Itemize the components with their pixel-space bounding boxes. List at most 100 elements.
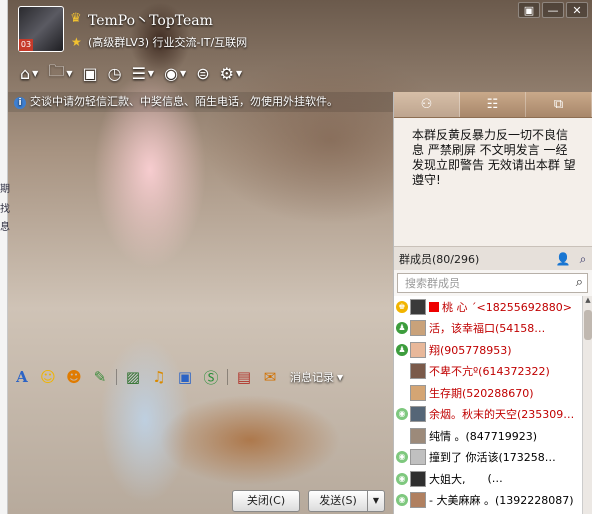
send-options-button[interactable]: ▼ <box>367 490 385 512</box>
member-row[interactable]: ◉ 撞到了 你活该(173258… <box>394 447 582 469</box>
member-avatar <box>410 492 426 509</box>
member-avatar <box>410 449 426 466</box>
camera-icon[interactable]: ◉ ▼ <box>162 60 188 86</box>
member-avatar <box>410 406 426 423</box>
avatar-badge: 03 <box>19 39 33 51</box>
tab-members[interactable]: ⚇ <box>394 92 460 117</box>
member-list-scrollbar[interactable]: ▲ <box>582 296 592 514</box>
message-history-button[interactable]: 消息记录 ▼ <box>290 369 343 385</box>
folder-icon[interactable]: 🗀 ▼ <box>46 60 74 86</box>
minimize-button[interactable]: — <box>542 2 564 18</box>
list-icon[interactable]: ☰ ▼ <box>130 60 157 86</box>
member-role-icon <box>396 365 408 377</box>
member-name: 不卑不亢º(614372322) <box>429 365 550 379</box>
member-role-icon: ♟ <box>396 343 408 356</box>
member-row[interactable]: 生存期(520288670) <box>394 382 582 404</box>
group-avatar[interactable]: 03 <box>18 6 64 52</box>
member-row[interactable]: ♚ 桃 心 ´<18255692880> <box>394 296 582 318</box>
clock-icon[interactable]: ◷ <box>106 60 124 86</box>
member-avatar <box>410 384 426 401</box>
member-suffix: (… <box>487 472 503 486</box>
notice-text: 交谈中请勿轻信汇款、中奖信息、陌生电话，勿使用外挂软件。 <box>30 95 338 108</box>
sogou-icon[interactable]: Ⓢ <box>201 367 221 387</box>
search-placeholder: 搜索群成员 <box>405 277 460 290</box>
message-area[interactable] <box>8 112 393 364</box>
emoticon-icon[interactable]: ☺ <box>38 367 58 387</box>
member-name: 大姐大, <box>429 472 466 486</box>
group-description: (高级群LV3) 行业交流-IT/互联网 <box>88 36 248 49</box>
save-icon[interactable]: ▣ <box>80 60 99 86</box>
home-icon[interactable]: ⌂ ▼ <box>18 60 40 86</box>
scroll-thumb[interactable] <box>584 310 592 340</box>
member-name: 生存期(520288670) <box>429 386 534 400</box>
info-icon: i <box>14 97 26 109</box>
menu-button[interactable]: ▣ <box>518 2 540 18</box>
member-name: 撞到了 你活该(173258… <box>429 451 556 465</box>
member-role-icon: ◉ <box>396 451 408 464</box>
share-icon[interactable]: ⊜ <box>194 60 211 86</box>
security-notice: i 交谈中请勿轻信汇款、中奖信息、陌生电话，勿使用外挂软件。 <box>8 92 393 112</box>
member-name: - 大美麻麻 。(1392228087) <box>429 494 574 508</box>
member-row[interactable]: ◉ 余烟。秋末的天空(235309… <box>394 404 582 426</box>
member-avatar <box>410 363 426 380</box>
red-flag-icon <box>429 301 439 312</box>
calendar-icon[interactable]: ▤ <box>234 367 254 387</box>
chat-header: 03 ♛ TemPo丶TopTeam ★ (高级群LV3) 行业交流-IT/互联… <box>8 0 592 92</box>
tab-windows[interactable]: ⧉ <box>526 92 592 117</box>
member-role-icon: ♚ <box>396 300 408 313</box>
magic-icon[interactable]: ✎ <box>90 367 110 387</box>
toolbar-divider <box>227 369 228 385</box>
background-window-edge: 期 找 息 <box>0 0 10 514</box>
toolbar-divider <box>116 369 117 385</box>
member-role-icon: ♟ <box>396 322 408 335</box>
member-name: 活，该幸福口(54158… <box>429 322 546 336</box>
member-row[interactable]: 纯情 。(847719923) <box>394 425 582 447</box>
member-row[interactable]: ♟ 翔(905778953) <box>394 339 582 361</box>
group-name[interactable]: TemPo丶TopTeam <box>88 10 213 30</box>
group-announcement: 本群反黄反暴力反一切不良信息 严禁刷屏 不文明发言 一经发现立即警告 无效请出本… <box>394 118 592 246</box>
member-name: 余烟。秋末的天空(235309… <box>429 408 575 422</box>
member-role-icon: ◉ <box>396 408 408 421</box>
message-history-label: 消息记录 <box>290 371 334 384</box>
member-avatar <box>410 320 426 337</box>
member-role-icon: ◉ <box>396 494 408 507</box>
members-header: 群成员(80/296) 👤 ⌕ <box>394 246 592 270</box>
member-avatar <box>410 298 426 315</box>
search-icon[interactable]: ⌕ <box>576 275 583 290</box>
font-icon[interactable]: A <box>12 367 32 387</box>
window-controls: ▣ — ✕ <box>518 2 588 18</box>
scroll-up-icon[interactable]: ▲ <box>583 296 592 308</box>
member-row[interactable]: 不卑不亢º(614372322) <box>394 361 582 383</box>
member-row[interactable]: ◉ - 大美麻麻 。(1392228087) <box>394 490 582 512</box>
close-button[interactable]: 关闭(C) <box>232 490 300 512</box>
music-icon[interactable]: ♫ <box>149 367 169 387</box>
chevron-down-icon: ▼ <box>337 372 344 382</box>
member-name: 纯情 。(847719923) <box>429 429 538 443</box>
close-window-button[interactable]: ✕ <box>566 2 588 18</box>
tab-list[interactable]: ☷ <box>460 92 526 117</box>
member-row[interactable]: ♟ 活，该幸福口(54158… <box>394 318 582 340</box>
member-role-icon <box>396 430 408 442</box>
member-list: ♚ 桃 心 ´<18255692880> ♟ 活，该幸福口(54158… ♟ 翔(9057… <box>394 296 582 514</box>
gear-icon[interactable]: ⚙ ▼ <box>218 60 245 86</box>
search-icon[interactable]: ⌕ <box>575 251 591 267</box>
star-icon: ★ <box>71 35 82 49</box>
member-avatar <box>410 341 426 358</box>
group-side-panel: ⚇ ☷ ⧉ 本群反黄反暴力反一切不良信息 严禁刷屏 不文明发言 一经发现立即警告… <box>393 92 592 514</box>
screenshot-icon[interactable]: ▣ <box>175 367 195 387</box>
member-role-icon <box>396 387 408 399</box>
side-panel-tabs: ⚇ ☷ ⧉ <box>394 92 592 118</box>
members-count: 群成员(80/296) <box>399 252 480 266</box>
message-input[interactable] <box>8 390 393 484</box>
member-name: 桃 心 ´<18255692880> <box>442 300 572 314</box>
input-toolbar: A ☺ ☻ ✎ ▨ ♫ ▣ Ⓢ ▤ ✉ 消息记录 ▼ <box>12 364 393 390</box>
image-icon[interactable]: ▨ <box>123 367 143 387</box>
funny-face-icon[interactable]: ☻ <box>64 367 84 387</box>
member-row[interactable]: ◉ 大姐大, (… <box>394 468 582 490</box>
send-button[interactable]: 发送(S) <box>308 490 368 512</box>
note-icon[interactable]: ✉ <box>260 367 280 387</box>
add-member-icon[interactable]: 👤 <box>555 251 571 267</box>
member-search-input[interactable]: 搜索群成员 ⌕ <box>397 273 588 293</box>
member-avatar <box>410 427 426 444</box>
member-role-icon: ◉ <box>396 472 408 485</box>
